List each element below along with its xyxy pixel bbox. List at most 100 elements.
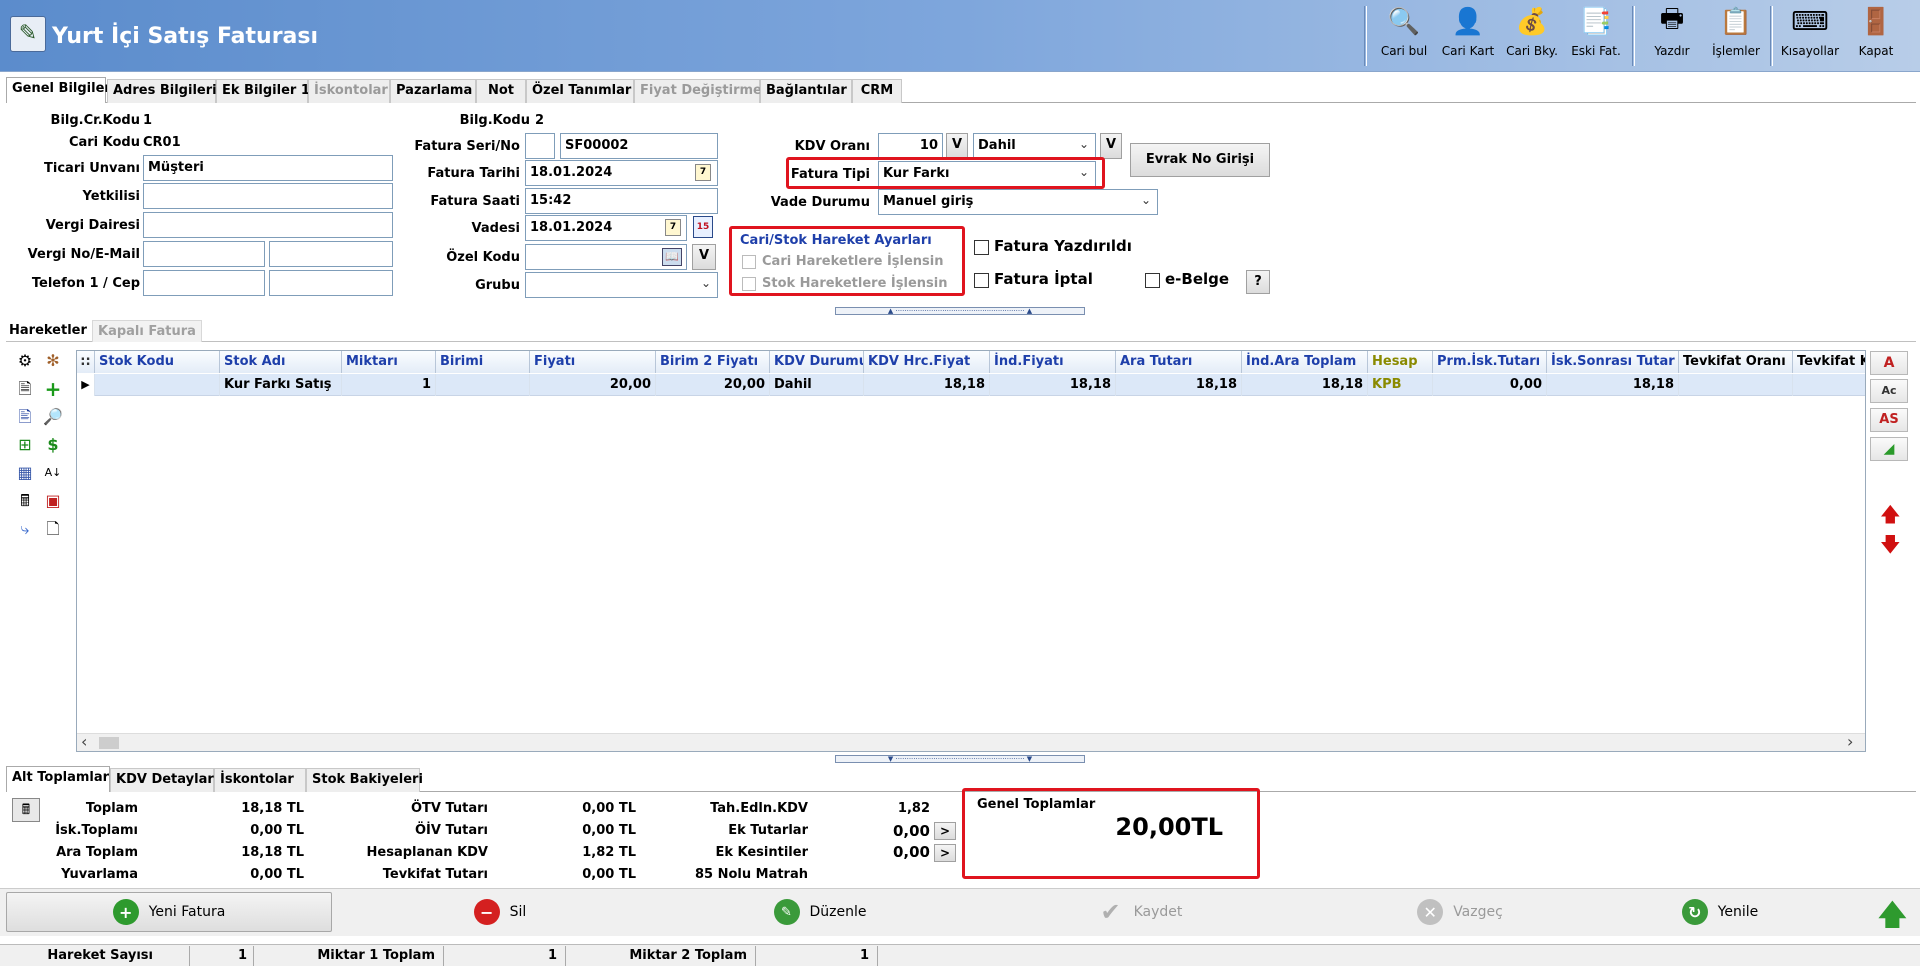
cell-tevkifat-orani[interactable] xyxy=(1679,374,1793,396)
sil-button[interactable]: − Sil xyxy=(340,892,660,932)
calendar-alt-icon[interactable]: 15 xyxy=(693,216,713,238)
col-ind-fiyati[interactable]: İnd.Fiyatı xyxy=(990,351,1116,373)
page-icon[interactable]: 🗋 xyxy=(42,518,64,540)
document-list-icon[interactable]: 🖹 xyxy=(14,406,36,428)
tab-crm[interactable]: CRM xyxy=(852,79,902,103)
dollar-icon[interactable]: $ xyxy=(42,434,64,456)
fatura-no-input[interactable]: SF00002 xyxy=(560,133,718,159)
fatura-saati-input[interactable]: 15:42 xyxy=(525,188,718,214)
animal-icon[interactable]: ✻ xyxy=(42,350,64,372)
tab-alt-toplamlar[interactable]: Alt Toplamlar xyxy=(6,766,110,792)
toolbar-eski-fat[interactable]: 📑 Eski Fat. xyxy=(1564,4,1628,58)
cell-fiyati[interactable]: 20,00 xyxy=(530,374,656,396)
help-button[interactable]: ? xyxy=(1246,270,1270,294)
col-hesap[interactable]: Hesap xyxy=(1368,351,1433,373)
duzenle-button[interactable]: ✎ Düzenle xyxy=(660,892,980,932)
tab-fiyat-degistirme[interactable]: Fiyat Değiştirme xyxy=(634,79,762,103)
tab-ozel-tanimlar[interactable]: Özel Tanımlar xyxy=(526,79,634,103)
sort-icon[interactable]: A↓ xyxy=(42,462,64,484)
cell-stok-kodu[interactable] xyxy=(95,374,220,396)
cep-input[interactable] xyxy=(269,270,393,296)
arrow-up-green-icon[interactable]: 🡅 xyxy=(1878,894,1907,942)
vergi-no-input[interactable] xyxy=(143,241,265,267)
corner-icon[interactable]: ◢ xyxy=(1870,437,1908,461)
tab-adres-bilgileri[interactable]: Adres Bilgileri xyxy=(107,79,217,103)
col-fiyati[interactable]: Fiyatı xyxy=(530,351,656,373)
cell-stok-adi[interactable]: Kur Farkı Satış xyxy=(220,374,342,396)
vadesi-input[interactable]: 18.01.2024 xyxy=(525,215,687,241)
cell-kdv-hrc-fiyat[interactable]: 18,18 xyxy=(864,374,990,396)
font-a-button[interactable]: A xyxy=(1870,351,1908,375)
tab-kdv-detaylari[interactable]: KDV Detayları xyxy=(110,768,218,792)
col-prm-isk-tutari[interactable]: Prm.İsk.Tutarı xyxy=(1433,351,1547,373)
cell-kdv-durumu[interactable]: Dahil xyxy=(770,374,864,396)
yetkilisi-input[interactable] xyxy=(143,183,393,209)
arrow-down-icon[interactable]: 🡇 xyxy=(1880,530,1901,564)
yeni-fatura-button[interactable]: + Yeni Fatura xyxy=(6,892,332,932)
fatura-iptal-checkbox[interactable] xyxy=(974,273,989,288)
vade-durumu-select[interactable]: Manuel giriş ⌄ xyxy=(878,189,1158,215)
toolbar-yazdir[interactable]: 🖶 Yazdır xyxy=(1640,4,1704,58)
evrak-no-button[interactable]: Evrak No Girişi xyxy=(1130,143,1270,177)
e-belge-checkbox[interactable] xyxy=(1145,273,1160,288)
sort-az-button[interactable]: Ac xyxy=(1870,379,1908,403)
tab-pazarlama[interactable]: Pazarlama xyxy=(390,79,476,103)
col-stok-adi[interactable]: Stok Adı xyxy=(220,351,342,373)
col-kdv-durumu[interactable]: KDV Durumu xyxy=(770,351,864,373)
col-ind-ara-toplam[interactable]: İnd.Ara Toplam xyxy=(1242,351,1368,373)
toolbar-cari-bky[interactable]: 💰 Cari Bky. xyxy=(1500,4,1564,58)
splitter-top[interactable]: ▲ ······································… xyxy=(835,307,1085,315)
add-box-icon[interactable]: ⊞ xyxy=(14,434,36,456)
book-icon[interactable]: 📖 xyxy=(662,248,682,266)
toolbar-kisayollar[interactable]: ⌨ Kısayollar xyxy=(1778,4,1842,58)
kaydet-button[interactable]: ✔ Kaydet xyxy=(980,892,1300,932)
tab-genel-bilgiler[interactable]: Genel Bilgiler xyxy=(6,77,111,103)
arrow-up-icon[interactable]: 🡅 xyxy=(1880,500,1901,534)
col-miktari[interactable]: Miktarı xyxy=(342,351,436,373)
frame-icon[interactable]: ▣ xyxy=(42,490,64,512)
calendar-icon[interactable]: 7 xyxy=(695,164,711,181)
email-input[interactable] xyxy=(269,241,393,267)
kdv-orani-input[interactable]: 10 xyxy=(878,133,943,159)
tab-iskontolar-bottom[interactable]: İskontolar xyxy=(214,768,306,792)
tab-not[interactable]: Not xyxy=(476,79,526,103)
fatura-seri-input[interactable] xyxy=(525,133,555,159)
toolbar-cari-kart[interactable]: 👤 Cari Kart xyxy=(1436,4,1500,58)
cell-hesap[interactable]: KPB xyxy=(1368,374,1433,396)
ek-tutarlar-button[interactable]: > xyxy=(934,822,956,840)
kdv-dahil-v-button[interactable]: V xyxy=(1100,133,1122,159)
cari-hareket-checkbox[interactable] xyxy=(742,255,756,269)
tab-iskontolar[interactable]: İskontolar xyxy=(308,79,390,103)
tab-stok-bakiyeleri[interactable]: Stok Bakiyeleri xyxy=(306,768,423,792)
cell-birimi[interactable] xyxy=(436,374,530,396)
toolbar-islemler[interactable]: 📋 İşlemler xyxy=(1704,4,1768,58)
new-document-icon[interactable]: 🗎 xyxy=(14,378,36,400)
tab-kapali-fatura[interactable]: Kapalı Fatura xyxy=(92,320,202,342)
toolbar-cari-bul[interactable]: 🔍 Cari bul xyxy=(1372,4,1436,58)
settings-icon[interactable]: ⚙ xyxy=(14,350,36,372)
cell-miktari[interactable]: 1 xyxy=(342,374,436,396)
cell-ara-tutari[interactable]: 18,18 xyxy=(1116,374,1242,396)
col-birimi[interactable]: Birimi xyxy=(436,351,530,373)
telefon-input[interactable] xyxy=(143,270,265,296)
fatura-yazdirildi-checkbox[interactable] xyxy=(974,240,989,255)
calendar-icon[interactable]: 7 xyxy=(665,219,681,236)
cell-birim2-fiyati[interactable]: 20,00 xyxy=(656,374,770,396)
as-button[interactable]: AS xyxy=(1870,408,1908,432)
tab-hareketler[interactable]: Hareketler xyxy=(6,320,90,342)
ek-kesintiler-button[interactable]: > xyxy=(934,844,956,862)
calculator-icon[interactable]: 🖩 xyxy=(14,490,36,512)
scroll-right-icon[interactable]: › xyxy=(1847,734,1853,750)
cell-ind-ara-toplam[interactable]: 18,18 xyxy=(1242,374,1368,396)
horizontal-scrollbar[interactable]: ‹ › xyxy=(77,733,1865,751)
tab-ek-bilgiler-1[interactable]: Ek Bilgiler 1 xyxy=(216,79,310,103)
kdv-dahil-select[interactable]: Dahil ⌄ xyxy=(973,133,1096,159)
link-icon[interactable]: ⤷ xyxy=(14,518,36,540)
add-row-icon[interactable]: + xyxy=(42,378,64,400)
col-birim2-fiyati[interactable]: Birim 2 Fiyatı xyxy=(656,351,770,373)
ozel-kodu-v-button[interactable]: V xyxy=(692,244,716,270)
vergi-dairesi-input[interactable] xyxy=(143,212,393,238)
cell-prm-isk-tutari[interactable]: 0,00 xyxy=(1433,374,1547,396)
cell-ind-fiyati[interactable]: 18,18 xyxy=(990,374,1116,396)
yenile-button[interactable]: ↻ Yenile xyxy=(1560,892,1880,932)
